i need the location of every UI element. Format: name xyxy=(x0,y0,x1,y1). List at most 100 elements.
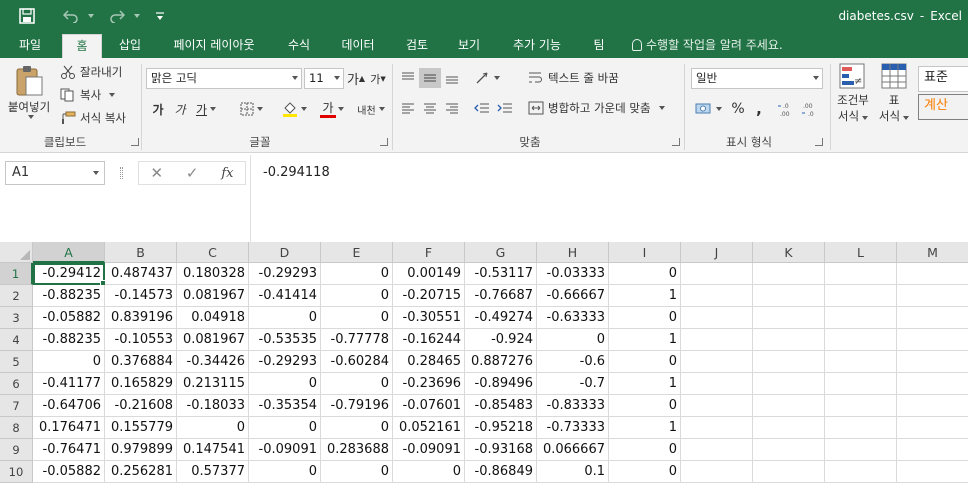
column-header-i[interactable]: I xyxy=(609,242,681,263)
font-launcher-icon[interactable] xyxy=(380,138,388,146)
phonetic-dropdown-icon[interactable] xyxy=(378,107,385,111)
formula-bar-grip-icon[interactable] xyxy=(120,167,123,179)
cell-c3[interactable]: 0.04918 xyxy=(177,307,249,329)
cell-f6[interactable]: -0.23696 xyxy=(393,373,465,395)
cell-g5[interactable]: 0.887276 xyxy=(465,351,537,373)
cell-f9[interactable]: -0.09091 xyxy=(393,439,465,461)
cell-e5[interactable]: -0.60284 xyxy=(321,351,393,373)
tab-review[interactable]: 검토 xyxy=(396,32,438,58)
align-right-button[interactable] xyxy=(442,98,462,118)
cell-b3[interactable]: 0.839196 xyxy=(105,307,177,329)
cell-a1[interactable]: -0.29412 xyxy=(33,263,107,287)
cell-k4[interactable] xyxy=(753,329,825,351)
cell-c1[interactable]: 0.180328 xyxy=(177,263,249,285)
phonetic-guide-button[interactable]: 내천 xyxy=(354,98,388,120)
increase-indent-button[interactable] xyxy=(495,98,515,118)
column-header-e[interactable]: E xyxy=(321,242,393,263)
cell-j9[interactable] xyxy=(681,439,753,461)
cell-l8[interactable] xyxy=(825,417,897,439)
cell-b5[interactable]: 0.376884 xyxy=(105,351,177,373)
enter-icon[interactable]: ✓ xyxy=(186,164,199,182)
number-format-dropdown[interactable]: 일반 xyxy=(691,68,823,89)
cell-k8[interactable] xyxy=(753,417,825,439)
cell-b4[interactable]: -0.10553 xyxy=(105,329,177,351)
tab-insert[interactable]: 삽입 xyxy=(108,32,152,58)
cell-a6[interactable]: -0.41177 xyxy=(33,373,105,395)
number-launcher-icon[interactable] xyxy=(815,138,823,146)
cell-g4[interactable]: -0.924 xyxy=(465,329,537,351)
cell-l10[interactable] xyxy=(825,461,897,483)
font-color-dropdown-icon[interactable] xyxy=(334,98,344,120)
cell-b2[interactable]: -0.14573 xyxy=(105,285,177,307)
style-normal[interactable]: 표준 xyxy=(918,66,968,92)
align-top-button[interactable] xyxy=(398,68,418,88)
cell-a9[interactable]: -0.76471 xyxy=(33,439,105,461)
tab-home[interactable]: 홈 xyxy=(62,34,102,58)
row-header-6[interactable]: 6 xyxy=(0,373,33,395)
cell-g1[interactable]: -0.53117 xyxy=(465,263,537,285)
cell-e3[interactable]: 0 xyxy=(321,307,393,329)
cell-e7[interactable]: -0.79196 xyxy=(321,395,393,417)
cell-h5[interactable]: -0.6 xyxy=(537,351,609,373)
grow-font-button[interactable]: 가 ▲ xyxy=(347,68,365,89)
cell-i1[interactable]: 0 xyxy=(609,263,681,285)
shrink-font-button[interactable]: 가 ▼ xyxy=(369,68,387,89)
cell-b10[interactable]: 0.256281 xyxy=(105,461,177,483)
align-middle-button[interactable] xyxy=(419,68,441,88)
cell-m1[interactable] xyxy=(897,263,968,285)
cell-g2[interactable]: -0.76687 xyxy=(465,285,537,307)
cell-d3[interactable]: 0 xyxy=(249,307,321,329)
column-header-f[interactable]: F xyxy=(393,242,465,263)
cell-d8[interactable]: 0 xyxy=(249,417,321,439)
column-header-k[interactable]: K xyxy=(753,242,825,263)
cell-m10[interactable] xyxy=(897,461,968,483)
cell-j1[interactable] xyxy=(681,263,753,285)
cell-h10[interactable]: 0.1 xyxy=(537,461,609,483)
cell-f4[interactable]: -0.16244 xyxy=(393,329,465,351)
decrease-indent-button[interactable] xyxy=(472,98,492,118)
cell-m8[interactable] xyxy=(897,417,968,439)
cancel-icon[interactable]: ✕ xyxy=(150,164,163,182)
cell-k2[interactable] xyxy=(753,285,825,307)
cell-e2[interactable]: 0 xyxy=(321,285,393,307)
cell-k1[interactable] xyxy=(753,263,825,285)
cell-l6[interactable] xyxy=(825,373,897,395)
cell-c4[interactable]: 0.081967 xyxy=(177,329,249,351)
customize-quick-access-icon[interactable] xyxy=(152,0,168,32)
cell-c9[interactable]: 0.147541 xyxy=(177,439,249,461)
cell-j7[interactable] xyxy=(681,395,753,417)
cell-i2[interactable]: 1 xyxy=(609,285,681,307)
cell-l1[interactable] xyxy=(825,263,897,285)
cell-e1[interactable]: 0 xyxy=(321,263,393,285)
tell-me-box[interactable]: 수행할 작업을 알려 주세요. xyxy=(632,32,783,58)
redo-dropdown-icon[interactable] xyxy=(130,0,140,32)
cell-k9[interactable] xyxy=(753,439,825,461)
cell-k5[interactable] xyxy=(753,351,825,373)
cell-j3[interactable] xyxy=(681,307,753,329)
tab-file[interactable]: 파일 xyxy=(8,32,52,58)
cell-c7[interactable]: -0.18033 xyxy=(177,395,249,417)
conditional-formatting-button[interactable]: ≠ 조건부 서식 xyxy=(832,62,874,132)
cell-j2[interactable] xyxy=(681,285,753,307)
row-header-9[interactable]: 9 xyxy=(0,439,33,461)
cell-m4[interactable] xyxy=(897,329,968,351)
cell-f2[interactable]: -0.20715 xyxy=(393,285,465,307)
cell-f1[interactable]: 0.00149 xyxy=(393,263,465,285)
cell-i8[interactable]: 1 xyxy=(609,417,681,439)
italic-button[interactable]: 가 xyxy=(170,98,190,120)
cell-b9[interactable]: 0.979899 xyxy=(105,439,177,461)
cell-i4[interactable]: 1 xyxy=(609,329,681,351)
cell-g8[interactable]: -0.95218 xyxy=(465,417,537,439)
cell-i9[interactable]: 0 xyxy=(609,439,681,461)
column-header-l[interactable]: L xyxy=(825,242,897,263)
cell-i5[interactable]: 0 xyxy=(609,351,681,373)
cell-b1[interactable]: 0.487437 xyxy=(105,263,177,285)
cell-g10[interactable]: -0.86849 xyxy=(465,461,537,483)
cell-l4[interactable] xyxy=(825,329,897,351)
row-header-2[interactable]: 2 xyxy=(0,285,33,307)
cell-e9[interactable]: 0.283688 xyxy=(321,439,393,461)
cell-f5[interactable]: 0.28465 xyxy=(393,351,465,373)
cell-k3[interactable] xyxy=(753,307,825,329)
cell-a5[interactable]: 0 xyxy=(33,351,105,373)
cell-b8[interactable]: 0.155779 xyxy=(105,417,177,439)
